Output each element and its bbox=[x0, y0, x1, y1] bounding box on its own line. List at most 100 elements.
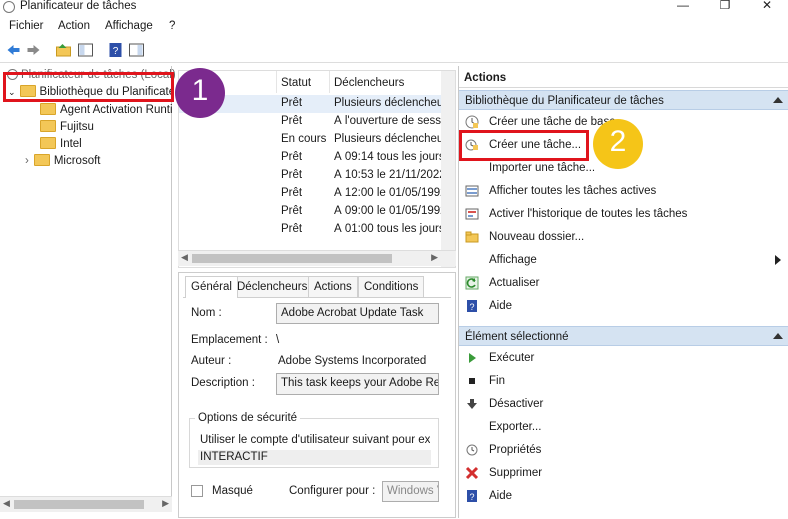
tree-item-intel[interactable]: Intel bbox=[40, 137, 82, 154]
tab-general[interactable]: Général bbox=[185, 276, 238, 298]
task-trigger: À 09:14 tous les jours - Après déclenche… bbox=[334, 151, 444, 163]
tree-item-agent[interactable]: Agent Activation Runtime bbox=[40, 103, 172, 120]
action-label: Désactiver bbox=[489, 398, 544, 410]
action-label: Actualiser bbox=[489, 277, 540, 289]
step-2-badge: 2 bbox=[593, 119, 643, 169]
back-arrow-icon[interactable] bbox=[5, 42, 22, 58]
security-user: INTERACTIF bbox=[198, 450, 431, 465]
library-action-item[interactable]: Afficher toutes les tâches actives bbox=[459, 180, 788, 202]
tree-horizontal-scrollbar[interactable]: ◀ ▶ bbox=[0, 496, 172, 512]
selected-action-item[interactable]: Exporter... bbox=[459, 416, 788, 438]
wizard-icon bbox=[465, 115, 479, 129]
scroll-left-icon[interactable]: ◀ bbox=[3, 498, 10, 509]
column-header-triggers[interactable]: Déclencheurs bbox=[330, 71, 455, 93]
task-status: Prêt bbox=[281, 151, 303, 163]
action-label: Exporter... bbox=[489, 421, 542, 433]
show-hide-tree-icon[interactable] bbox=[77, 42, 94, 58]
task-status: Prêt bbox=[281, 97, 303, 109]
svg-text:?: ? bbox=[469, 492, 474, 502]
library-action-item[interactable]: Actualiser bbox=[459, 272, 788, 294]
location-value: \ bbox=[276, 334, 280, 346]
properties-icon bbox=[466, 444, 478, 456]
menu-action[interactable]: Action bbox=[58, 20, 90, 32]
details-pane: Général Déclencheurs Actions Conditions … bbox=[178, 272, 456, 518]
action-label: Exécuter bbox=[489, 352, 535, 364]
description-field[interactable]: This task keeps your Adobe Reader and Ac… bbox=[276, 373, 439, 395]
forward-arrow-icon[interactable] bbox=[25, 42, 42, 58]
svg-text:?: ? bbox=[469, 302, 474, 312]
title-bar: Planificateur de tâches — ❐ ✕ bbox=[0, 0, 788, 16]
folder-icon bbox=[40, 103, 56, 115]
name-field[interactable]: Adobe Acrobat Update Task bbox=[276, 303, 439, 324]
selected-action-item[interactable]: Exécuter bbox=[459, 347, 788, 369]
menu-affichage[interactable]: Affichage bbox=[105, 20, 153, 32]
scroll-thumb[interactable] bbox=[14, 500, 144, 509]
table-row[interactable]: Sauvegarde_...PrêtÀ 01:00 tous les jours bbox=[179, 221, 455, 239]
library-action-item[interactable]: Nouveau dossier... bbox=[459, 226, 788, 248]
task-trigger: Plusieurs déclencheurs sont définis bbox=[334, 133, 444, 145]
help-icon: ? bbox=[467, 490, 477, 502]
configure-select[interactable]: Windows Vista™, Windows Server™ 2008 bbox=[382, 481, 439, 502]
tab-conditions[interactable]: Conditions bbox=[358, 276, 425, 297]
action-label: Affichage bbox=[489, 254, 537, 266]
action-label: Aide bbox=[489, 300, 513, 312]
help-toolbar-icon[interactable]: ? bbox=[107, 42, 124, 58]
scroll-right-icon[interactable]: ▶ bbox=[431, 252, 438, 263]
security-text: Utiliser le compte d'utilisateur suivant… bbox=[200, 434, 430, 446]
scroll-thumb[interactable] bbox=[192, 254, 392, 263]
show-action-pane-icon[interactable] bbox=[128, 42, 145, 58]
table-row[interactable]: OneDrive Re...PrêtÀ 10:53 le 21/11/2022 … bbox=[179, 167, 455, 185]
action-label: Aide bbox=[489, 490, 513, 502]
tree-item-fujitsu[interactable]: Fujitsu bbox=[40, 120, 94, 137]
menu-fichier[interactable]: Fichier bbox=[9, 20, 44, 32]
collapse-up-icon[interactable] bbox=[773, 97, 783, 103]
library-action-item[interactable]: ? Aide bbox=[459, 295, 788, 317]
table-row[interactable]: LINA_StarterPrêtÀ l'ouverture de session… bbox=[179, 113, 455, 131]
action-label: Nouveau dossier... bbox=[489, 231, 585, 243]
folder-icon bbox=[33, 154, 50, 166]
task-trigger: À 01:00 tous les jours bbox=[334, 223, 444, 235]
chevron-right-icon[interactable]: › bbox=[25, 155, 29, 167]
delete-icon bbox=[465, 466, 479, 480]
author-value: Adobe Systems Incorporated bbox=[278, 355, 427, 367]
task-status: Prêt bbox=[281, 205, 303, 217]
tree-item-microsoft[interactable]: › Microsoft bbox=[25, 154, 101, 171]
selected-action-item[interactable]: ? Aide bbox=[459, 485, 788, 507]
refresh-icon bbox=[465, 276, 479, 290]
list-vertical-scrollbar[interactable] bbox=[441, 71, 455, 267]
menu-help[interactable]: ? bbox=[169, 20, 175, 32]
library-action-item[interactable]: Affichage bbox=[459, 249, 788, 271]
selected-action-item[interactable]: Propriétés bbox=[459, 439, 788, 461]
table-row[interactable]: OneDrive St...PrêtÀ 09:00 le 01/05/1992 … bbox=[179, 203, 455, 221]
maximize-button[interactable]: ❐ bbox=[710, 0, 740, 14]
selected-action-item[interactable]: Supprimer bbox=[459, 462, 788, 484]
list-icon bbox=[465, 185, 479, 197]
actions-header: Actions bbox=[459, 66, 788, 88]
close-button[interactable]: ✕ bbox=[752, 0, 782, 14]
up-folder-icon[interactable] bbox=[55, 42, 72, 58]
section-selected-item[interactable]: Élément sélectionné bbox=[459, 326, 788, 346]
table-row[interactable]: MicrosoftEd...PrêtÀ 09:14 tous les jours… bbox=[179, 149, 455, 167]
hidden-label: Masqué bbox=[212, 485, 253, 497]
task-status: Prêt bbox=[281, 187, 303, 199]
task-trigger: À 09:00 le 01/05/1992 - Après déclenchem… bbox=[334, 205, 444, 217]
history-icon bbox=[465, 208, 479, 220]
hidden-checkbox[interactable] bbox=[191, 485, 203, 497]
selected-action-item[interactable]: Désactiver bbox=[459, 393, 788, 415]
selected-action-item[interactable]: Fin bbox=[459, 370, 788, 392]
table-row[interactable]: MicrosoftEd...En coursPlusieurs déclench… bbox=[179, 131, 455, 149]
minimize-button[interactable]: — bbox=[668, 0, 698, 14]
table-row[interactable]: OneDrive St...PrêtÀ 12:00 le 01/05/1992 … bbox=[179, 185, 455, 203]
scroll-right-icon[interactable]: ▶ bbox=[162, 498, 169, 509]
action-label: Fin bbox=[489, 375, 505, 387]
column-header-status[interactable]: Statut bbox=[277, 71, 330, 93]
section-library[interactable]: Bibliothèque du Planificateur de tâches bbox=[459, 90, 788, 110]
stop-icon bbox=[469, 378, 475, 384]
app-clock-icon bbox=[3, 1, 15, 13]
tab-actions[interactable]: Actions bbox=[308, 276, 358, 297]
collapse-up-icon[interactable] bbox=[773, 333, 783, 339]
scroll-left-icon[interactable]: ◀ bbox=[181, 252, 188, 263]
library-action-item[interactable]: Activer l'historique de toutes les tâche… bbox=[459, 203, 788, 225]
tab-triggers[interactable]: Déclencheurs bbox=[231, 276, 314, 297]
list-horizontal-scrollbar[interactable]: ◀ ▶ bbox=[178, 250, 456, 266]
